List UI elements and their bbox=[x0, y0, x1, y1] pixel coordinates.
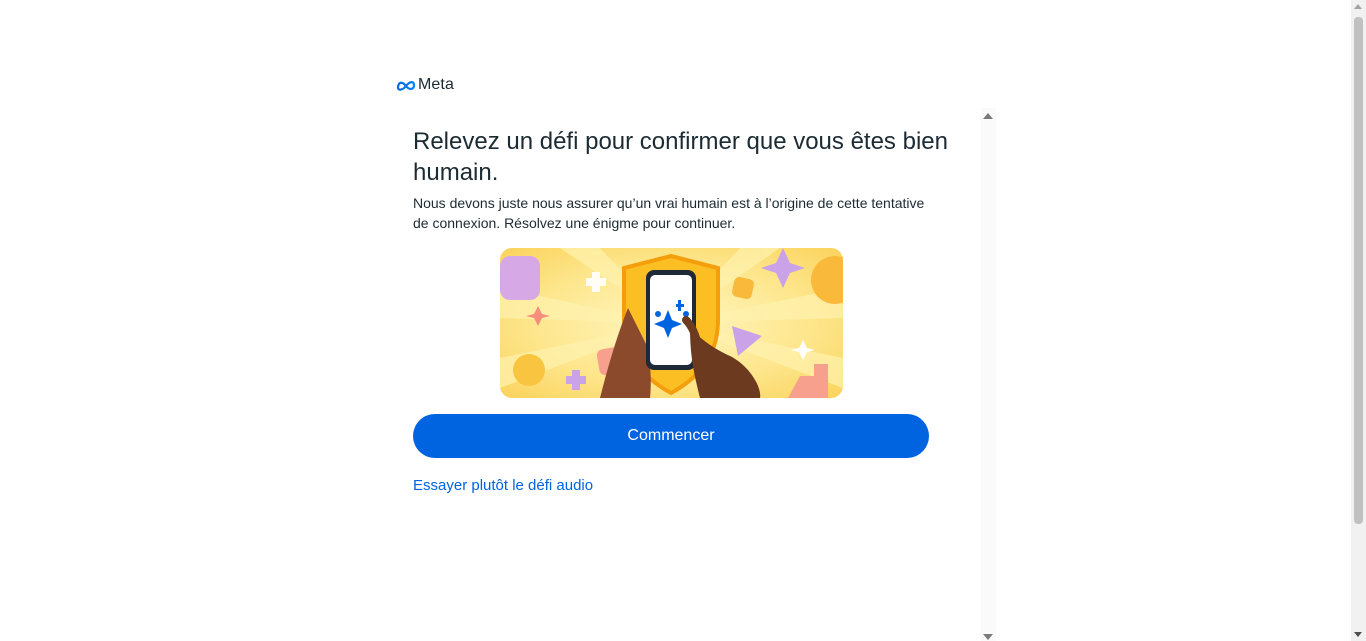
scroll-down-arrow-icon[interactable] bbox=[1354, 632, 1362, 637]
audio-challenge-link[interactable]: Essayer plutôt le défi audio bbox=[413, 476, 593, 496]
scroll-up-arrow-icon[interactable] bbox=[1354, 4, 1362, 9]
frame-scroll-down-icon[interactable] bbox=[983, 634, 993, 640]
page-scrollbar[interactable] bbox=[1351, 0, 1366, 641]
meta-infinity-icon bbox=[396, 81, 416, 91]
frame-scroll-up-icon[interactable] bbox=[983, 113, 993, 119]
meta-logo: Meta bbox=[396, 76, 454, 94]
phone-shield-sparkle-illustration bbox=[500, 248, 843, 398]
challenge-description: Nous devons juste nous assurer qu’un vra… bbox=[413, 195, 925, 231]
frame-scrollbar[interactable] bbox=[981, 108, 996, 641]
scrollbar-thumb[interactable] bbox=[1354, 17, 1363, 524]
challenge-title: Relevez un défi pour confirmer que vous … bbox=[413, 128, 948, 186]
page: Meta Relevez un défi pour confirmer que … bbox=[0, 0, 1366, 641]
meta-logo-text: Meta bbox=[418, 76, 454, 93]
start-button[interactable]: Commencer bbox=[413, 414, 929, 458]
